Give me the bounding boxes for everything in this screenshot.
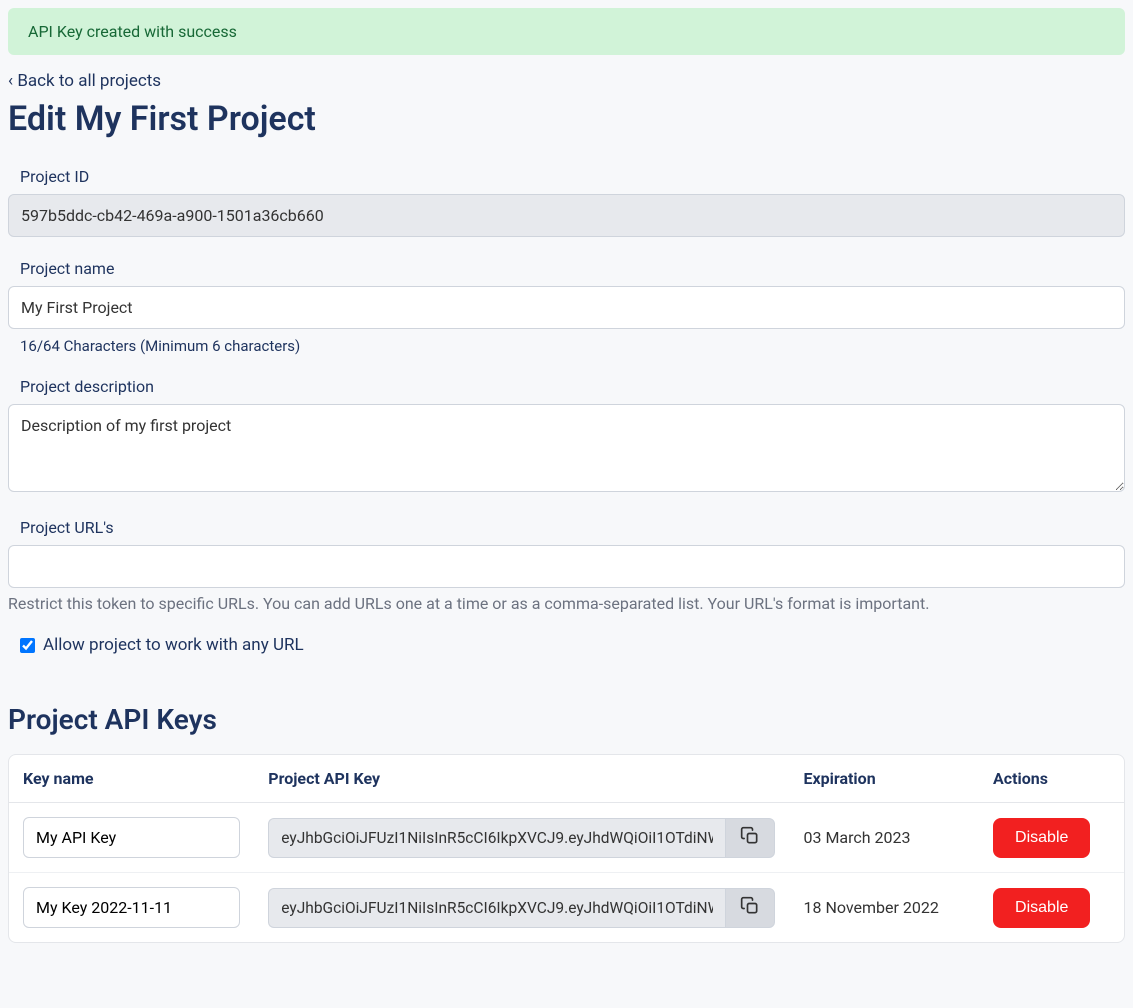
copy-icon [740, 896, 760, 919]
project-id-field [8, 194, 1125, 237]
project-urls-field[interactable] [8, 545, 1125, 588]
copy-icon [740, 826, 760, 849]
copy-button[interactable] [725, 888, 775, 928]
project-name-label: Project name [8, 259, 1125, 278]
col-actions-header: Actions [979, 755, 1124, 803]
allow-any-url-label: Allow project to work with any URL [43, 635, 304, 655]
project-name-field[interactable] [8, 286, 1125, 329]
disable-button[interactable]: Disable [993, 888, 1090, 928]
expiration-cell: 03 March 2023 [789, 803, 979, 873]
project-urls-label: Project URL's [8, 518, 1125, 537]
key-name-field[interactable] [23, 817, 240, 858]
key-name-field[interactable] [23, 887, 240, 928]
col-key-header: Project API Key [254, 755, 789, 803]
copy-button[interactable] [725, 818, 775, 858]
disable-button[interactable]: Disable [993, 818, 1090, 858]
success-alert: API Key created with success [8, 8, 1125, 55]
project-description-field[interactable] [8, 404, 1125, 492]
api-keys-table: Key name Project API Key Expiration Acti… [8, 754, 1125, 943]
project-id-label: Project ID [8, 167, 1125, 186]
col-name-header: Key name [9, 755, 254, 803]
project-name-help: 16/64 Characters (Minimum 6 characters) [8, 337, 1125, 355]
table-row: 03 March 2023 Disable [9, 803, 1124, 873]
project-urls-help: Restrict this token to specific URLs. Yo… [8, 594, 1125, 613]
table-row: 18 November 2022 Disable [9, 873, 1124, 943]
col-expiration-header: Expiration [789, 755, 979, 803]
back-link[interactable]: ‹ Back to all projects [8, 71, 1125, 91]
expiration-cell: 18 November 2022 [789, 873, 979, 943]
allow-any-url-checkbox[interactable] [20, 638, 35, 653]
page-title: Edit My First Project [8, 99, 1125, 139]
project-description-label: Project description [8, 377, 1125, 396]
api-key-field[interactable] [268, 818, 725, 858]
api-keys-title: Project API Keys [8, 703, 1125, 736]
api-key-field[interactable] [268, 888, 725, 928]
